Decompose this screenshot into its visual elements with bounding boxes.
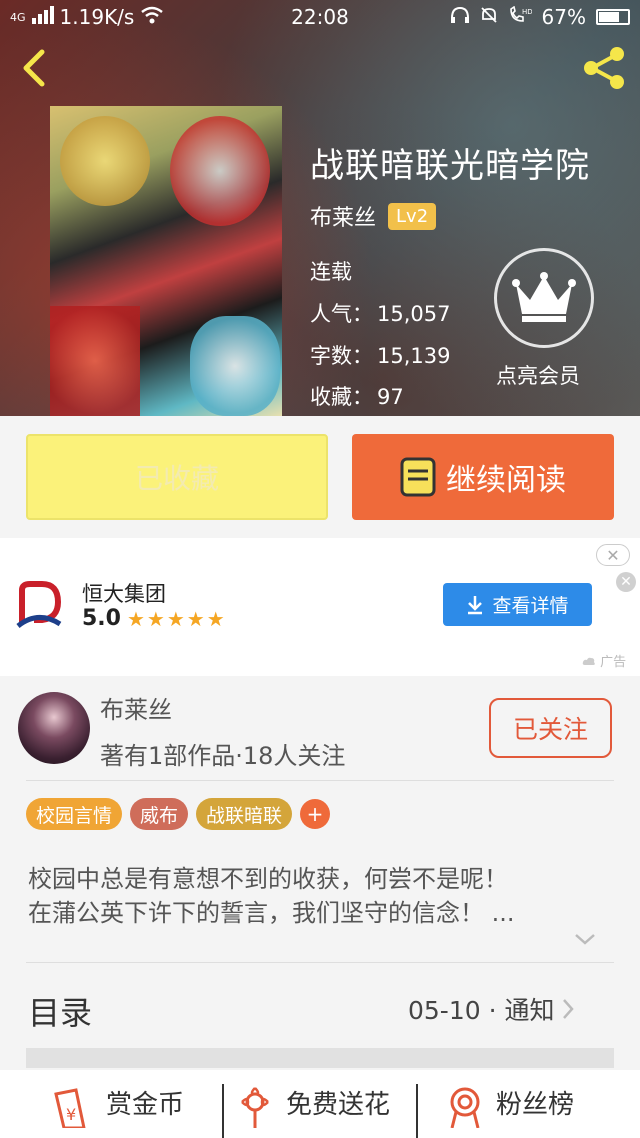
author-name[interactable]: 布莱丝 bbox=[100, 690, 172, 725]
separator bbox=[416, 1084, 418, 1138]
section-spacer bbox=[26, 1048, 614, 1068]
reward-coins-label: 赏金币 bbox=[106, 1090, 185, 1120]
status-bar: 4G 1.19K/s 22:08 HD 67% bbox=[0, 0, 640, 34]
chevron-right-icon bbox=[562, 999, 574, 1019]
word-count-stat: 字数： 15,139 bbox=[310, 344, 451, 368]
ad-rating: 5.0 ★★★★★ bbox=[82, 606, 227, 631]
add-tag-button[interactable]: + bbox=[300, 799, 331, 829]
ad-title: 恒大集团 bbox=[82, 582, 166, 606]
ad-details-button[interactable]: 查看详情 bbox=[443, 583, 592, 626]
book-author[interactable]: 布莱丝 bbox=[310, 200, 376, 232]
ad-dismiss-icon[interactable]: ✕ bbox=[616, 572, 636, 592]
follow-button[interactable]: 已关注 bbox=[489, 698, 612, 758]
author-section: 布莱丝 著有1部作品·18人关注 已关注 校园言情 威布 战联暗联 + 校园中总… bbox=[0, 676, 640, 1138]
divider bbox=[26, 962, 614, 963]
author-stats: 著有1部作品·18人关注 bbox=[100, 742, 346, 770]
favorites-stat: 收藏： 97 bbox=[310, 385, 404, 409]
favorited-button[interactable]: 已收藏 bbox=[26, 434, 328, 520]
share-button[interactable] bbox=[580, 44, 628, 92]
ad-details-label: 查看详情 bbox=[492, 595, 569, 617]
reward-icon: ¥ bbox=[54, 1088, 86, 1128]
tag-zhanlian[interactable]: 战联暗联 bbox=[196, 798, 293, 830]
clock: 22:08 bbox=[291, 5, 349, 29]
crown-icon bbox=[512, 272, 576, 322]
svg-text:¥: ¥ bbox=[66, 1105, 76, 1124]
continue-reading-button[interactable]: 继续阅读 bbox=[352, 434, 614, 520]
download-icon bbox=[468, 595, 483, 614]
action-row: 已收藏 继续阅读 bbox=[0, 416, 640, 538]
tag-weibu[interactable]: 威布 bbox=[130, 798, 189, 830]
chevron-left-icon bbox=[23, 49, 45, 87]
bottom-actions: ¥ 赏金币 免费送花 粉丝榜 bbox=[0, 1070, 640, 1138]
tag-campus-romance[interactable]: 校园言情 bbox=[26, 798, 123, 830]
send-flower-label: 免费送花 bbox=[286, 1090, 391, 1120]
member-button[interactable] bbox=[494, 248, 594, 348]
reward-coins-button[interactable]: ¥ 赏金币 bbox=[50, 1070, 184, 1138]
ad-banner[interactable]: ✕ ✕ 恒大集团 5.0 ★★★★★ 查看详情 广告 bbox=[0, 538, 640, 676]
battery-icon bbox=[596, 9, 630, 25]
cloud-icon bbox=[582, 657, 595, 665]
popularity-stat: 人气： 15,057 bbox=[310, 302, 451, 326]
fan-ranking-label: 粉丝榜 bbox=[496, 1090, 575, 1120]
fan-ranking-button[interactable]: 粉丝榜 bbox=[444, 1070, 574, 1138]
ad-stars: ★★★★★ bbox=[126, 606, 227, 631]
share-icon bbox=[584, 47, 624, 89]
ad-close-icon[interactable]: ✕ bbox=[596, 544, 630, 566]
level-badge: Lv2 bbox=[388, 202, 437, 230]
continue-reading-label: 继续阅读 bbox=[446, 463, 566, 498]
toc-label[interactable]: 目录 bbox=[28, 988, 92, 1034]
toc-latest-text: 05-10 · 通知 bbox=[408, 996, 555, 1025]
book-description[interactable]: 校园中总是有意想不到的收获，何尝不是呢！ 在蒲公英下许下的誓言，我们坚守的信念！… bbox=[28, 862, 598, 930]
ad-tag: 广告 bbox=[582, 651, 626, 670]
tag-list: 校园言情 威布 战联暗联 + bbox=[26, 798, 331, 830]
serial-status: 连载 bbox=[310, 260, 352, 284]
ad-logo-icon bbox=[16, 580, 62, 630]
avatar[interactable] bbox=[18, 692, 90, 764]
book-cover[interactable] bbox=[50, 106, 282, 416]
medal-icon bbox=[450, 1087, 480, 1128]
separator bbox=[222, 1084, 224, 1138]
flower-icon bbox=[241, 1087, 269, 1128]
book-header: 4G 1.19K/s 22:08 HD 67% 战联暗联光暗学院 布莱丝 Lv2… bbox=[0, 0, 640, 416]
member-label[interactable]: 点亮会员 bbox=[496, 360, 580, 390]
divider bbox=[26, 780, 614, 781]
send-flower-button[interactable]: 免费送花 bbox=[234, 1070, 390, 1138]
ad-score: 5.0 bbox=[82, 606, 121, 631]
back-button[interactable] bbox=[16, 46, 56, 90]
toc-latest[interactable]: 05-10 · 通知 bbox=[408, 991, 575, 1027]
expand-chevron-down-icon[interactable] bbox=[574, 928, 596, 950]
book-title: 战联暗联光暗学院 bbox=[310, 146, 590, 186]
book-icon bbox=[400, 457, 436, 497]
